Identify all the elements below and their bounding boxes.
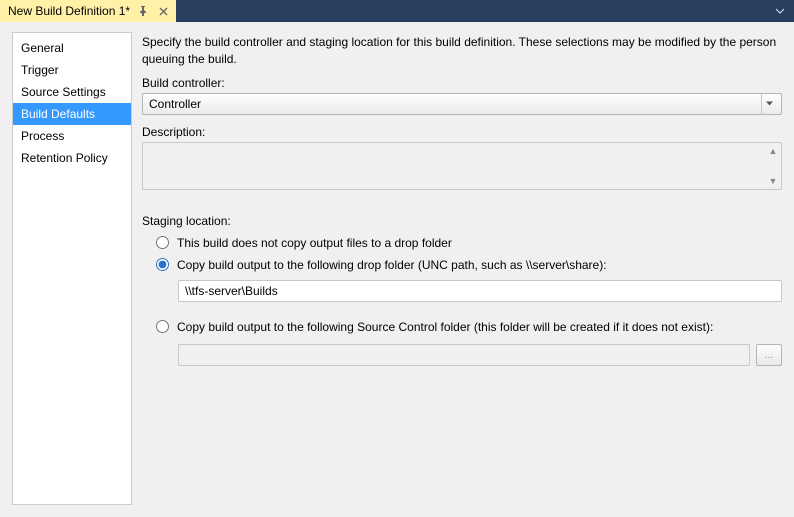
sidebar-item-process[interactable]: Process	[13, 125, 131, 147]
window-menu-icon[interactable]	[772, 3, 788, 19]
radio-row-scc: Copy build output to the following Sourc…	[156, 320, 782, 334]
content-area: General Trigger Source Settings Build De…	[0, 22, 794, 517]
radio-scc-label[interactable]: Copy build output to the following Sourc…	[177, 320, 713, 334]
radio-row-no-copy: This build does not copy output files to…	[156, 236, 782, 250]
titlebar: New Build Definition 1*	[0, 0, 794, 22]
main-panel: Specify the build controller and staging…	[142, 32, 782, 505]
radio-scc[interactable]	[156, 320, 169, 333]
build-controller-value: Controller	[149, 97, 761, 111]
unc-path-input[interactable]	[178, 280, 782, 302]
sidebar-item-trigger[interactable]: Trigger	[13, 59, 131, 81]
description-field-wrap: ▲ ▼	[142, 142, 782, 190]
scc-path-input	[178, 344, 750, 366]
radio-unc[interactable]	[156, 258, 169, 271]
scroll-down-icon[interactable]: ▼	[766, 174, 780, 188]
sidebar-item-general[interactable]: General	[13, 37, 131, 59]
browse-button: ...	[756, 344, 782, 366]
chevron-down-icon	[761, 94, 777, 114]
document-tab-label: New Build Definition 1*	[8, 4, 130, 18]
build-controller-dropdown[interactable]: Controller	[142, 93, 782, 115]
description-textarea[interactable]	[142, 142, 782, 190]
sidebar: General Trigger Source Settings Build De…	[12, 32, 132, 505]
unc-path-row	[178, 280, 782, 302]
close-icon[interactable]	[156, 4, 170, 18]
radio-no-copy[interactable]	[156, 236, 169, 249]
scc-path-row: ...	[178, 344, 782, 366]
sidebar-item-source-settings[interactable]: Source Settings	[13, 81, 131, 103]
document-tab[interactable]: New Build Definition 1*	[0, 0, 176, 22]
radio-unc-label[interactable]: Copy build output to the following drop …	[177, 258, 607, 272]
description-label: Description:	[142, 125, 782, 139]
scroll-up-icon[interactable]: ▲	[766, 144, 780, 158]
titlebar-right	[772, 0, 794, 22]
staging-location-label: Staging location:	[142, 214, 782, 228]
sidebar-item-retention-policy[interactable]: Retention Policy	[13, 147, 131, 169]
radio-no-copy-label[interactable]: This build does not copy output files to…	[177, 236, 452, 250]
radio-row-unc: Copy build output to the following drop …	[156, 258, 782, 272]
build-controller-label: Build controller:	[142, 76, 782, 90]
intro-text: Specify the build controller and staging…	[142, 34, 782, 68]
pin-icon[interactable]	[136, 4, 150, 18]
sidebar-item-build-defaults[interactable]: Build Defaults	[13, 103, 131, 125]
titlebar-spacer	[176, 0, 772, 22]
